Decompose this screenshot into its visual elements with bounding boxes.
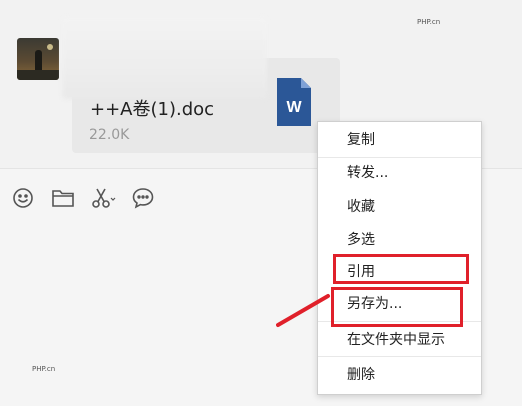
avatar-light	[47, 44, 53, 50]
menu-separator	[318, 356, 481, 357]
file-name: ++A卷(1).doc	[90, 99, 215, 120]
file-size: 22.0K	[89, 127, 130, 143]
highlight-quote	[333, 254, 469, 284]
menu-item-copy[interactable]: 复制	[318, 125, 481, 155]
highlight-save-as	[331, 287, 463, 327]
scissors-icon[interactable]	[90, 186, 116, 210]
word-letter: W	[286, 99, 302, 116]
word-document-icon: W	[277, 78, 311, 126]
avatar-figure	[35, 50, 42, 72]
avatar[interactable]	[17, 38, 59, 80]
folder-icon[interactable]	[50, 186, 76, 210]
menu-item-delete[interactable]: 删除	[318, 360, 481, 390]
watermark-bottom: PHP.cn	[32, 365, 56, 373]
emoji-icon[interactable]	[10, 186, 36, 210]
menu-item-favorite[interactable]: 收藏	[318, 192, 481, 222]
menu-item-show-in-folder[interactable]: 在文件夹中显示	[318, 325, 481, 355]
annotation-arrow	[276, 294, 330, 327]
watermark-top: PHP.cn	[417, 18, 441, 26]
blurred-sender-area	[62, 17, 267, 99]
chat-bubble-icon[interactable]	[130, 186, 156, 210]
menu-item-forward[interactable]: 转发...	[318, 158, 481, 188]
menu-item-multiselect[interactable]: 多选	[318, 225, 481, 255]
avatar-ground	[17, 70, 59, 80]
